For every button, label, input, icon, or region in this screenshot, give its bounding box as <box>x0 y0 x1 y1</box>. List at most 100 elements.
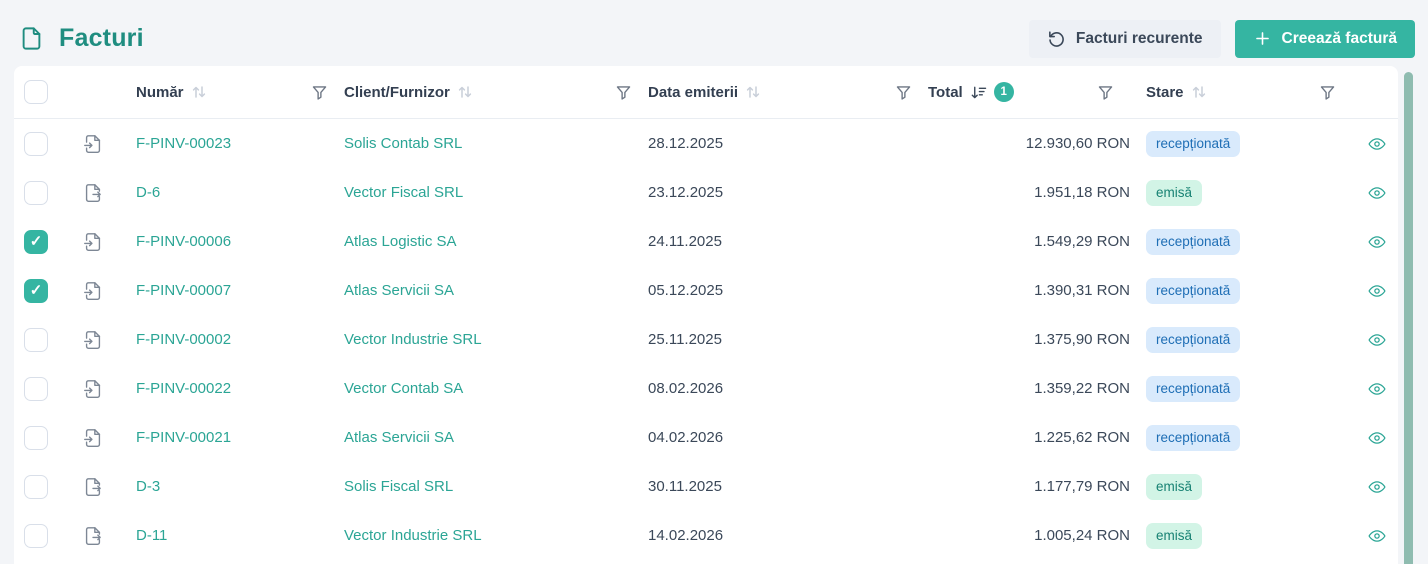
sort-order-badge: 1 <box>994 82 1014 102</box>
view-icon[interactable] <box>1367 330 1387 350</box>
invoice-number-link[interactable]: F-PINV-00002 <box>136 331 231 348</box>
incoming-invoice-icon <box>82 231 104 253</box>
client-link[interactable]: Atlas Servicii SA <box>344 429 454 446</box>
table-row: D-6 Vector Fiscal SRL 23.12.20251.951,18 R… <box>14 168 1398 217</box>
incoming-invoice-icon <box>82 427 104 449</box>
filter-icon[interactable] <box>615 84 632 101</box>
row-checkbox[interactable] <box>24 328 48 352</box>
invoice-total: 1.375,90 RON <box>928 331 1130 348</box>
sort-arrows-icon[interactable] <box>745 85 761 99</box>
column-header-status[interactable]: Stare <box>1130 84 1356 101</box>
view-icon[interactable] <box>1367 281 1387 301</box>
view-icon[interactable] <box>1367 477 1387 497</box>
sort-arrows-icon[interactable] <box>457 85 473 99</box>
filter-icon[interactable] <box>1097 84 1114 101</box>
outgoing-invoice-icon <box>82 525 104 547</box>
sort-arrows-icon[interactable] <box>1191 85 1207 99</box>
recurring-invoices-button[interactable]: Facturi recurente <box>1029 20 1221 58</box>
top-bar: Facturi Facturi recurente Creează factur… <box>0 0 1428 64</box>
sort-descending-icon[interactable] <box>970 85 987 100</box>
invoice-total: 1.005,24 RON <box>928 527 1130 544</box>
create-invoice-button[interactable]: Creează factură <box>1235 20 1415 58</box>
invoice-number-link[interactable]: D-11 <box>136 527 167 544</box>
status-badge: emisă <box>1146 180 1202 206</box>
issue-date: 14.02.2026 <box>648 527 928 544</box>
column-header-client[interactable]: Client/Furnizor <box>344 84 648 101</box>
refresh-icon <box>1047 29 1066 48</box>
status-badge: recepționată <box>1146 131 1240 157</box>
row-checkbox[interactable]: ✓ <box>24 279 48 303</box>
view-icon[interactable] <box>1367 134 1387 154</box>
issue-date: 23.12.2025 <box>648 184 928 201</box>
column-header-issue-date[interactable]: Data emiterii <box>648 84 928 101</box>
status-badge: recepționată <box>1146 229 1240 255</box>
view-icon[interactable] <box>1367 428 1387 448</box>
row-checkbox[interactable] <box>24 377 48 401</box>
invoice-total: 1.390,31 RON <box>928 282 1130 299</box>
row-checkbox[interactable] <box>24 426 48 450</box>
outgoing-invoice-icon <box>82 476 104 498</box>
invoice-file-icon <box>18 25 45 52</box>
invoice-number-link[interactable]: F-PINV-00006 <box>136 233 231 250</box>
invoice-total: 1.177,79 RON <box>928 478 1130 495</box>
invoice-number-link[interactable]: F-PINV-00022 <box>136 380 231 397</box>
client-link[interactable]: Atlas Logistic SA <box>344 233 457 250</box>
issue-date: 05.12.2025 <box>648 282 928 299</box>
view-icon[interactable] <box>1367 183 1387 203</box>
view-icon[interactable] <box>1367 232 1387 252</box>
page-title: Facturi <box>59 24 144 53</box>
issue-date: 25.11.2025 <box>648 331 928 348</box>
incoming-invoice-icon <box>82 133 104 155</box>
status-badge: recepționată <box>1146 425 1240 451</box>
table-body: F-PINV-00023Solis Contab SRL28.12.202512… <box>14 119 1398 560</box>
table-row: D-3 Solis Fiscal SRL 30.11.20251.177,79 RO… <box>14 462 1398 511</box>
select-all-checkbox[interactable] <box>24 80 48 104</box>
column-header-number[interactable]: Număr <box>136 84 344 101</box>
invoices-table: Număr Client/Furnizor <box>14 66 1398 564</box>
client-link[interactable]: Solis Fiscal SRL <box>344 478 453 495</box>
column-header-total[interactable]: Total 1 <box>928 82 1130 102</box>
status-badge: emisă <box>1146 523 1202 549</box>
invoice-total: 1.549,29 RON <box>928 233 1130 250</box>
status-badge: emisă <box>1146 474 1202 500</box>
client-link[interactable]: Vector Industrie SRL <box>344 527 482 544</box>
plus-icon <box>1253 29 1272 48</box>
invoice-number-link[interactable]: F-PINV-00021 <box>136 429 231 446</box>
client-link[interactable]: Solis Contab SRL <box>344 135 462 152</box>
row-checkbox[interactable] <box>24 181 48 205</box>
invoice-total: 1.951,18 RON <box>928 184 1130 201</box>
incoming-invoice-icon <box>82 378 104 400</box>
page-title-group: Facturi <box>18 24 144 53</box>
status-badge: recepționată <box>1146 278 1240 304</box>
client-link[interactable]: Atlas Servicii SA <box>344 282 454 299</box>
row-checkbox[interactable] <box>24 475 48 499</box>
incoming-invoice-icon <box>82 280 104 302</box>
table-row: F-PINV-00023Solis Contab SRL28.12.202512… <box>14 119 1398 168</box>
invoice-number-link[interactable]: D-6 <box>136 184 160 201</box>
issue-date: 30.11.2025 <box>648 478 928 495</box>
issue-date: 08.02.2026 <box>648 380 928 397</box>
filter-icon[interactable] <box>311 84 328 101</box>
invoice-number-link[interactable]: F-PINV-00007 <box>136 282 231 299</box>
issue-date: 04.02.2026 <box>648 429 928 446</box>
row-checkbox[interactable] <box>24 524 48 548</box>
invoice-number-link[interactable]: D-3 <box>136 478 160 495</box>
sort-arrows-icon[interactable] <box>191 85 207 99</box>
view-icon[interactable] <box>1367 526 1387 546</box>
filter-icon[interactable] <box>895 84 912 101</box>
client-link[interactable]: Vector Contab SA <box>344 380 463 397</box>
outgoing-invoice-icon <box>82 182 104 204</box>
filter-icon[interactable] <box>1319 84 1336 101</box>
client-link[interactable]: Vector Fiscal SRL <box>344 184 463 201</box>
row-checkbox[interactable] <box>24 132 48 156</box>
table-row: D-11 Vector Industrie SRL 14.02.20261.005,… <box>14 511 1398 560</box>
issue-date: 24.11.2025 <box>648 233 928 250</box>
invoice-total: 1.225,62 RON <box>928 429 1130 446</box>
client-link[interactable]: Vector Industrie SRL <box>344 331 482 348</box>
invoice-number-link[interactable]: F-PINV-00023 <box>136 135 231 152</box>
vertical-scrollbar[interactable] <box>1404 72 1413 564</box>
status-badge: recepționată <box>1146 376 1240 402</box>
row-checkbox[interactable]: ✓ <box>24 230 48 254</box>
status-badge: recepționată <box>1146 327 1240 353</box>
view-icon[interactable] <box>1367 379 1387 399</box>
